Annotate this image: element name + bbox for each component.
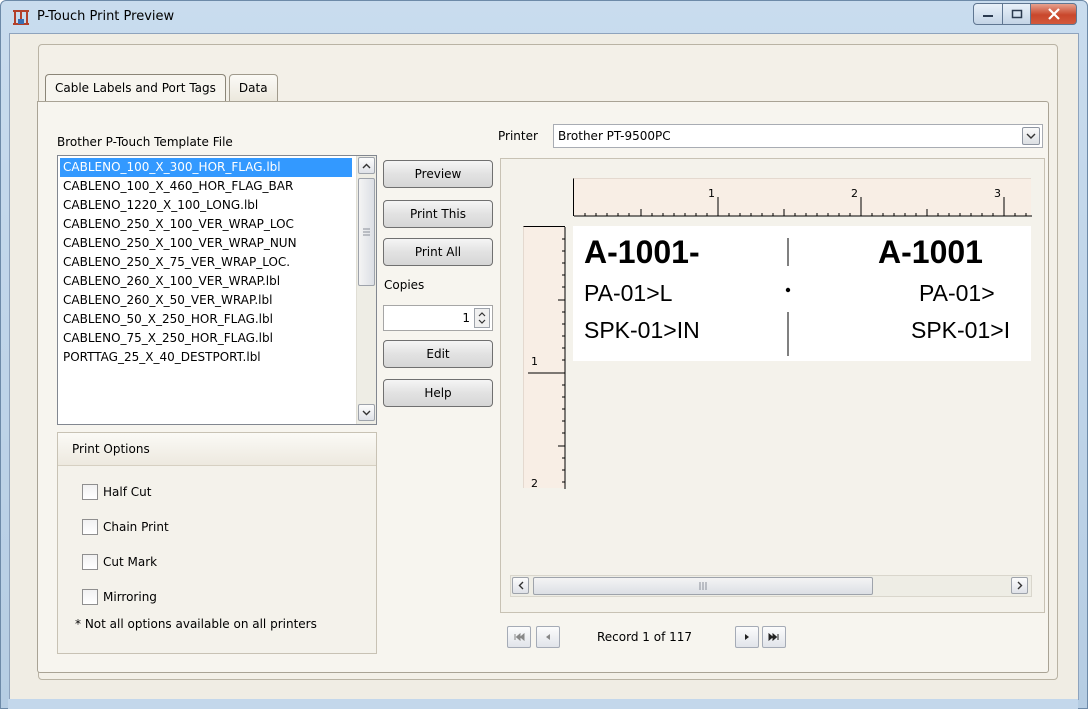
list-item[interactable]: CABLENO_1220_X_100_LONG.lbl	[60, 196, 352, 215]
list-item[interactable]: CABLENO_250_X_100_VER_WRAP_NUN	[60, 234, 352, 253]
preview-button[interactable]: Preview	[383, 160, 493, 188]
horizontal-ruler: 1 2 3	[573, 178, 1032, 217]
preview-hscrollbar[interactable]	[510, 575, 1032, 597]
scroll-down-button[interactable]	[358, 404, 375, 421]
maximize-button[interactable]	[1003, 3, 1031, 25]
record-counter: Record 1 of 117	[597, 630, 693, 644]
printer-dropdown-button[interactable]	[1022, 127, 1040, 145]
print-options-header: Print Options	[58, 433, 376, 466]
chain-print-label[interactable]: Chain Print	[103, 520, 169, 534]
half-cut-label[interactable]: Half Cut	[103, 485, 151, 499]
grip-icon	[363, 228, 370, 236]
chain-print-checkbox[interactable]	[82, 519, 98, 535]
last-record-button[interactable]	[762, 626, 786, 648]
printer-select[interactable]: Brother PT-9500PC	[553, 124, 1043, 148]
title-bar[interactable]: P-Touch Print Preview	[1, 1, 1087, 33]
first-record-button[interactable]	[507, 626, 531, 648]
skip-first-icon	[514, 633, 525, 641]
chevron-up-icon	[362, 163, 371, 168]
template-file-list[interactable]: CABLENO_100_X_300_HOR_FLAG.lbl CABLENO_1…	[57, 155, 377, 425]
minimize-button[interactable]	[973, 3, 1003, 25]
ptouch-app-icon	[13, 10, 29, 25]
print-options-title: Print Options	[72, 442, 150, 456]
list-item[interactable]: CABLENO_250_X_75_VER_WRAP_LOC.	[60, 253, 352, 272]
ruler-mark-3: 3	[994, 187, 1001, 200]
list-item[interactable]: CABLENO_100_X_460_HOR_FLAG_BAR	[60, 177, 352, 196]
tab-strip: Cable Labels and Port Tags Data	[45, 74, 281, 104]
label-left-line2: PA-01>L	[584, 280, 673, 306]
close-button[interactable]	[1031, 3, 1077, 25]
grip-icon	[699, 582, 707, 590]
template-file-label: Brother P-Touch Template File	[57, 135, 233, 149]
tab-cable-labels[interactable]: Cable Labels and Port Tags	[45, 74, 226, 104]
chevron-down-icon	[362, 410, 371, 415]
copies-label: Copies	[384, 278, 425, 292]
spin-up-down-icon	[478, 312, 486, 324]
record-navigator: Record 1 of 117	[507, 626, 807, 650]
ruler-mark-2: 2	[851, 187, 858, 200]
prev-record-button[interactable]	[536, 626, 560, 648]
label-right-line1: A-1001	[878, 234, 983, 270]
list-item[interactable]: CABLENO_250_X_100_VER_WRAP_LOC	[60, 215, 352, 234]
ruler-ticks	[574, 197, 1032, 217]
label-left-line3: SPK-01>IN	[584, 317, 700, 343]
list-scrollbar[interactable]	[356, 156, 376, 424]
minimize-icon	[983, 15, 993, 17]
help-button[interactable]: Help	[383, 379, 493, 407]
list-item[interactable]: CABLENO_100_X_300_HOR_FLAG.lbl	[60, 158, 352, 177]
cut-mark-label[interactable]: Cut Mark	[103, 555, 157, 569]
hscroll-thumb[interactable]	[533, 577, 873, 595]
print-options-panel: Print Options Half Cut Chain Print Cut M…	[57, 432, 377, 654]
copies-spinner[interactable]: 1	[383, 305, 493, 331]
skip-last-icon	[768, 633, 779, 641]
scroll-left-button[interactable]	[512, 577, 529, 594]
previous-icon	[546, 634, 550, 640]
maximize-icon	[1011, 9, 1022, 19]
chevron-right-icon	[1017, 581, 1022, 590]
window-title: P-Touch Print Preview	[37, 9, 175, 24]
edit-button[interactable]: Edit	[383, 340, 493, 368]
printer-value: Brother PT-9500PC	[558, 129, 671, 143]
ruler-mark-1: 1	[708, 187, 715, 200]
spinner-buttons[interactable]	[474, 308, 490, 328]
scroll-right-button[interactable]	[1011, 577, 1028, 594]
mirroring-label[interactable]: Mirroring	[103, 590, 157, 604]
next-icon	[745, 634, 749, 640]
next-record-button[interactable]	[735, 626, 759, 648]
list-item[interactable]: CABLENO_75_X_250_HOR_FLAG.lbl	[60, 329, 352, 348]
list-item[interactable]: PORTTAG_25_X_40_DESTPORT.lbl	[60, 348, 352, 367]
window-bottom-edge	[8, 699, 1078, 709]
close-icon	[1047, 8, 1060, 20]
label-preview: A-1001- PA-01>L SPK-01>IN A-1001 PA-01> …	[573, 226, 1031, 361]
vruler-mark-1: 1	[531, 355, 538, 368]
vertical-ruler: 1 2	[523, 226, 566, 490]
scroll-thumb[interactable]	[358, 178, 375, 286]
chevron-down-icon	[1026, 133, 1036, 139]
chevron-left-icon	[518, 581, 523, 590]
print-all-button[interactable]: Print All	[383, 238, 493, 266]
label-right-line3: SPK-01>I	[911, 317, 1011, 343]
cut-line	[785, 238, 791, 356]
print-this-button[interactable]: Print This	[383, 200, 493, 228]
list-item[interactable]: CABLENO_260_X_100_VER_WRAP.lbl	[60, 272, 352, 291]
half-cut-checkbox[interactable]	[82, 484, 98, 500]
cut-mark-checkbox[interactable]	[82, 554, 98, 570]
label-left-line1: A-1001-	[584, 234, 700, 270]
mirroring-checkbox[interactable]	[82, 589, 98, 605]
scroll-up-button[interactable]	[358, 157, 375, 174]
list-item[interactable]: CABLENO_260_X_50_VER_WRAP.lbl	[60, 291, 352, 310]
options-note: * Not all options available on all print…	[75, 617, 317, 631]
vruler-mark-2: 2	[531, 477, 538, 490]
printer-label: Printer	[498, 129, 538, 143]
copies-value[interactable]: 1	[462, 311, 470, 325]
list-item[interactable]: CABLENO_50_X_250_HOR_FLAG.lbl	[60, 310, 352, 329]
label-right-line2: PA-01>	[919, 280, 995, 306]
tab-data[interactable]: Data	[228, 74, 278, 102]
